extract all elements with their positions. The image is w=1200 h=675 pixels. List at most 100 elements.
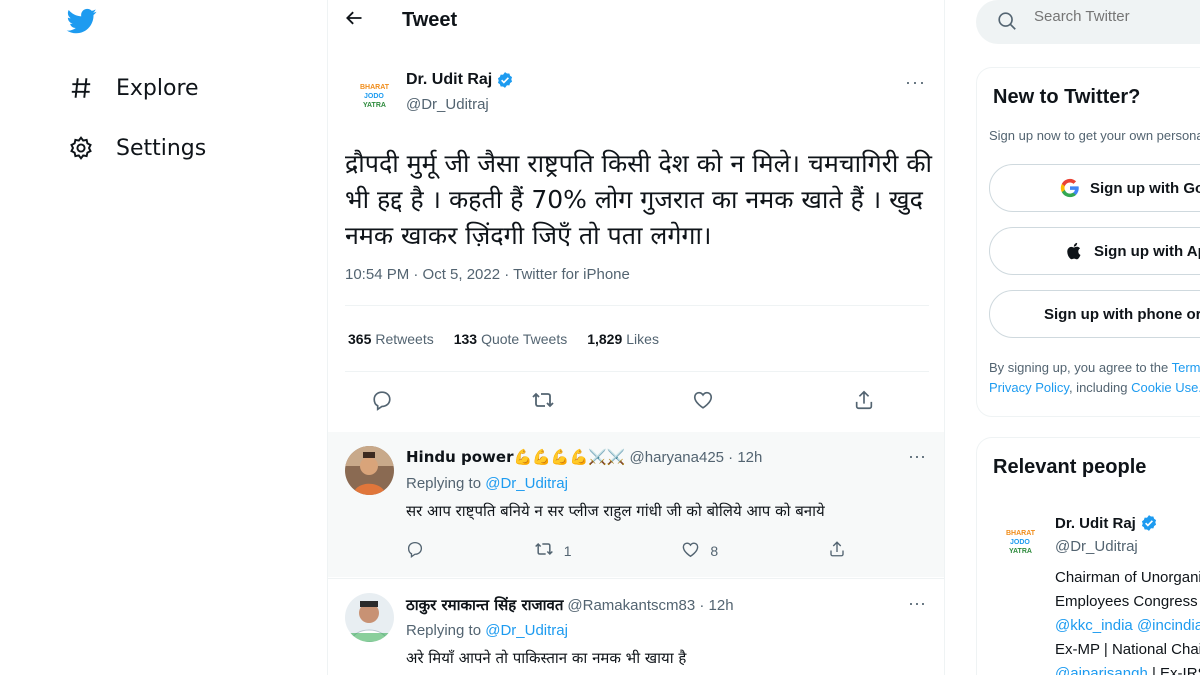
replying-to: Replying to @Dr_Uditraj — [406, 622, 568, 639]
relevant-people-card: Relevant people BHARAT JODO YATRA Dr. Ud… — [976, 437, 1200, 675]
terms-text: By signing up, you agree to the Terms of… — [989, 358, 1200, 398]
reply-icon[interactable] — [368, 386, 396, 414]
nav-settings[interactable]: Settings — [66, 128, 206, 168]
svg-text:JODO: JODO — [1010, 539, 1030, 546]
signup-apple-button[interactable]: Sign up with Apple — [989, 227, 1200, 275]
bio-line: Employees Congress (KKC) — [1055, 593, 1200, 610]
relevant-person-name[interactable]: Dr. Udit Raj — [1055, 514, 1158, 532]
reply-text: सर आप राष्ट्पति बनिये न सर प्लीज राहुल ग… — [406, 502, 825, 520]
search-input[interactable] — [1034, 8, 1200, 25]
bio-link[interactable]: @aiparisangh — [1055, 665, 1148, 675]
likes-label: Likes — [626, 331, 659, 347]
retweets-stat[interactable]: 365 Retweets — [348, 331, 434, 347]
avatar[interactable] — [345, 593, 394, 642]
author-avatar[interactable]: BHARAT JODO YATRA — [348, 73, 394, 119]
more-options-icon[interactable]: ··· — [908, 446, 926, 467]
tweet-timestamp[interactable]: 10:54 PM · Oct 5, 2022 · Twitter for iPh… — [345, 266, 630, 283]
retweet-icon[interactable] — [529, 386, 557, 414]
author-name[interactable]: Dr. Udit Raj — [406, 71, 514, 89]
right-sidebar: New to Twitter? Sign up now to get your … — [960, 0, 1200, 675]
reply-author-handle[interactable]: @Ramakantscm83 · 12h — [567, 597, 733, 614]
reply-tweet[interactable]: ठाकुर रमाकान्त सिंह राजावत @Ramakantscm8… — [328, 578, 944, 675]
nav-explore[interactable]: Explore — [66, 68, 199, 108]
reply-author-name[interactable]: ठाकुर रमाकान्त सिंह राजावत — [406, 595, 563, 615]
search-bar[interactable] — [976, 0, 1200, 44]
share-icon — [828, 540, 846, 561]
reply-actions: 1 8 — [406, 539, 846, 562]
more-options-icon[interactable]: ··· — [905, 72, 926, 93]
retweet-button[interactable]: 1 — [534, 539, 572, 562]
page-title: Tweet — [402, 9, 458, 31]
more-options-icon[interactable]: ··· — [908, 593, 926, 614]
likes-stat[interactable]: 1,829 Likes — [587, 331, 659, 347]
new-to-twitter-card: New to Twitter? Sign up now to get your … — [976, 67, 1200, 417]
apple-icon — [1066, 241, 1084, 261]
reply-icon — [406, 540, 424, 561]
replying-to: Replying to @Dr_Uditraj — [406, 475, 568, 492]
google-icon — [1060, 178, 1080, 198]
bio-line: Ex-MP | National Chairman — [1055, 641, 1200, 658]
relevant-person-name-text: Dr. Udit Raj — [1055, 514, 1136, 532]
nav-explore-label: Explore — [116, 75, 199, 101]
bio-link[interactable]: @kkc_india — [1055, 617, 1133, 634]
replying-to-link[interactable]: @Dr_Uditraj — [485, 475, 568, 492]
reply-tweet[interactable]: Hindu power💪💪💪💪⚔️⚔️ @haryana425 · 12h ··… — [328, 432, 944, 577]
bio-line: Chairman of Unorganised Workers & — [1055, 569, 1200, 586]
privacy-link[interactable]: Privacy Policy — [989, 380, 1069, 395]
search-icon — [996, 10, 1018, 37]
svg-text:JODO: JODO — [364, 93, 384, 100]
quotes-count: 133 — [453, 331, 478, 347]
bio-link[interactable]: @incindia — [1137, 617, 1200, 634]
reply-author-name[interactable]: Hindu power💪💪💪💪⚔️⚔️ — [406, 448, 626, 466]
like-heart-icon — [681, 540, 700, 562]
author-handle[interactable]: @Dr_Uditraj — [406, 96, 489, 113]
terms-prefix: By signing up, you agree to the — [989, 360, 1172, 375]
bio-text: | Ex-IRS — [1151, 665, 1200, 675]
signup-google-label: Sign up with Google — [1090, 179, 1200, 197]
likes-count: 1,829 — [587, 331, 623, 347]
avatar[interactable]: BHARAT JODO YATRA — [993, 518, 1041, 566]
verified-badge-icon — [1140, 514, 1158, 532]
svg-text:YATRA: YATRA — [1009, 548, 1032, 555]
share-button[interactable] — [828, 539, 846, 562]
tweet-text: द्रौपदी मुर्मू जी जैसा राष्ट्रपति किसी द… — [345, 149, 933, 250]
divider — [345, 371, 929, 372]
card-subtitle: Sign up now to get your own personalized… — [989, 128, 1200, 143]
tweet-actions — [368, 386, 878, 414]
svg-text:BHARAT: BHARAT — [360, 84, 390, 91]
main-column: Tweet BHARAT JODO YATRA Dr. Udit Raj @Dr… — [327, 0, 945, 675]
verified-badge-icon — [496, 71, 514, 89]
tweet-stats: 365 Retweets 133 Quote Tweets 1,829 Likes — [348, 331, 659, 347]
signup-phone-button[interactable]: Sign up with phone or email — [989, 290, 1200, 338]
back-arrow-icon[interactable] — [344, 8, 368, 32]
reply-header: Hindu power💪💪💪💪⚔️⚔️ @haryana425 · 12h — [406, 448, 762, 466]
terms-link[interactable]: Terms of Service — [1172, 360, 1200, 375]
like-heart-icon[interactable] — [689, 386, 717, 414]
retweets-count: 365 — [348, 331, 372, 347]
bio-line: @kkc_india @incindia — [1055, 614, 1200, 638]
share-icon[interactable] — [850, 386, 878, 414]
replying-label: Replying to — [406, 475, 482, 492]
twitter-logo-icon[interactable] — [66, 6, 100, 38]
cookie-link[interactable]: Cookie Use. — [1131, 380, 1200, 395]
quotes-label: Quote Tweets — [481, 331, 568, 347]
quotes-stat[interactable]: 133 Quote Tweets — [454, 331, 568, 347]
reply-button[interactable] — [406, 539, 424, 562]
tweet-header: Tweet — [328, 0, 944, 42]
reply-header: ठाकुर रमाकान्त सिंह राजावत @Ramakantscm8… — [406, 595, 734, 615]
like-count: 8 — [710, 542, 719, 559]
replying-label: Replying to — [406, 622, 482, 639]
signup-google-button[interactable]: Sign up with Google — [989, 164, 1200, 212]
relevant-person-bio: Chairman of Unorganised Workers & Employ… — [1055, 566, 1200, 675]
retweet-icon — [534, 539, 554, 562]
left-navigation: Explore Settings — [0, 0, 327, 675]
author-name-text: Dr. Udit Raj — [406, 71, 493, 88]
relevant-person-handle[interactable]: @Dr_Uditraj — [1055, 538, 1138, 555]
avatar[interactable] — [345, 446, 394, 495]
reply-author-handle[interactable]: @haryana425 · 12h — [630, 449, 763, 466]
replying-to-link[interactable]: @Dr_Uditraj — [485, 622, 568, 639]
like-button[interactable]: 8 — [681, 539, 718, 562]
gear-icon — [66, 133, 96, 163]
retweets-label: Retweets — [375, 331, 434, 347]
reply-text: अरे मियाँ आपने तो पाकिस्तान का नमक भी खा… — [406, 649, 687, 667]
